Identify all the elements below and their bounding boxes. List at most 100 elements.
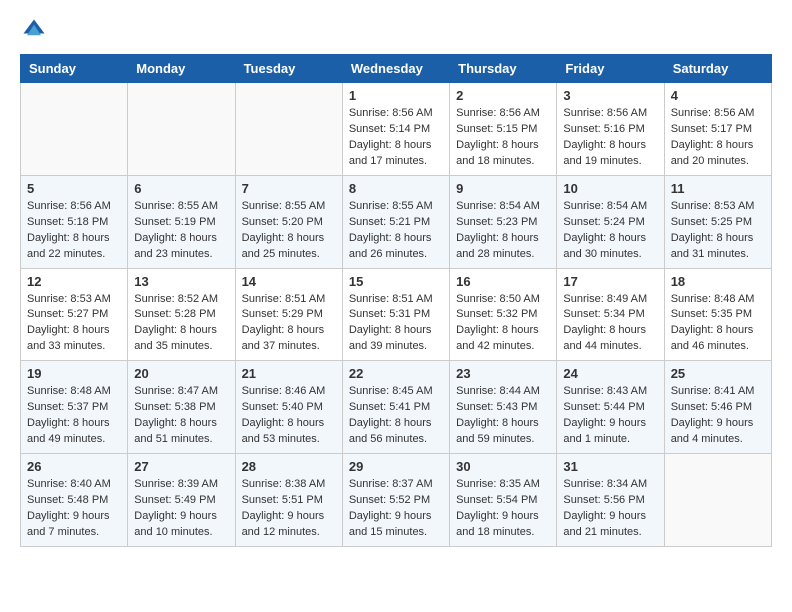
cell-content: Sunrise: 8:40 AM Sunset: 5:48 PM Dayligh…: [27, 477, 121, 541]
page: SundayMondayTuesdayWednesdayThursdayFrid…: [0, 0, 792, 563]
calendar-cell: 27 Sunrise: 8:39 AM Sunset: 5:49 PM Dayli…: [128, 454, 235, 547]
calendar-cell: 20Sunrise: 8:47 AM Sunset: 5:38 PM Dayli…: [128, 361, 235, 454]
weekday-header-wednesday: Wednesday: [342, 55, 449, 83]
cell-content: Sunrise: 8:54 AM Sunset: 5:24 PM Dayligh…: [563, 199, 657, 263]
day-number: 10: [563, 181, 657, 196]
cell-content: Sunrise: 8:49 AM Sunset: 5:34 PM Dayligh…: [563, 292, 657, 356]
day-number: 29: [349, 459, 443, 474]
day-number: 7: [242, 181, 336, 196]
day-number: 16: [456, 274, 550, 289]
day-number: 17: [563, 274, 657, 289]
cell-content: Sunrise: 8:43 AM Sunset: 5:44 PM Dayligh…: [563, 384, 657, 448]
day-number: 24: [563, 366, 657, 381]
cell-content: Sunrise: 8:50 AM Sunset: 5:32 PM Dayligh…: [456, 292, 550, 356]
cell-content: Sunrise: 8:56 AM Sunset: 5:18 PM Dayligh…: [27, 199, 121, 263]
cell-content: Sunrise: 8:44 AM Sunset: 5:43 PM Dayligh…: [456, 384, 550, 448]
cell-content: Sunrise: 8:54 AM Sunset: 5:23 PM Dayligh…: [456, 199, 550, 263]
day-number: 3: [563, 88, 657, 103]
calendar-cell: 21 Sunrise: 8:46 AM Sunset: 5:40 PM Dayli…: [235, 361, 342, 454]
calendar-cell: 9 Sunrise: 8:54 AM Sunset: 5:23 PM Daylig…: [450, 175, 557, 268]
cell-content: Sunrise: 8:48 AM Sunset: 5:35 PM Dayligh…: [671, 292, 765, 356]
cell-content: Sunrise: 8:56 AM Sunset: 5:17 PM Dayligh…: [671, 106, 765, 170]
calendar-cell: 22 Sunrise: 8:45 AM Sunset: 5:41 PM Dayli…: [342, 361, 449, 454]
weekday-header-sunday: Sunday: [21, 55, 128, 83]
cell-content: Sunrise: 8:45 AM Sunset: 5:41 PM Dayligh…: [349, 384, 443, 448]
weekday-header-thursday: Thursday: [450, 55, 557, 83]
week-row-4: 19Sunrise: 8:48 AM Sunset: 5:37 PM Dayli…: [21, 361, 772, 454]
calendar-cell: 14Sunrise: 8:51 AM Sunset: 5:29 PM Dayli…: [235, 268, 342, 361]
day-number: 18: [671, 274, 765, 289]
day-number: 27: [134, 459, 228, 474]
calendar-cell: [21, 83, 128, 176]
calendar-cell: 15 Sunrise: 8:51 AM Sunset: 5:31 PM Dayli…: [342, 268, 449, 361]
cell-content: Sunrise: 8:56 AM Sunset: 5:14 PM Dayligh…: [349, 106, 443, 170]
day-number: 4: [671, 88, 765, 103]
weekday-header-friday: Friday: [557, 55, 664, 83]
header: [20, 16, 772, 44]
cell-content: Sunrise: 8:39 AM Sunset: 5:49 PM Dayligh…: [134, 477, 228, 541]
cell-content: Sunrise: 8:41 AM Sunset: 5:46 PM Dayligh…: [671, 384, 765, 448]
cell-content: Sunrise: 8:46 AM Sunset: 5:40 PM Dayligh…: [242, 384, 336, 448]
weekday-header-saturday: Saturday: [664, 55, 771, 83]
calendar: SundayMondayTuesdayWednesdayThursdayFrid…: [20, 54, 772, 547]
calendar-cell: 17 Sunrise: 8:49 AM Sunset: 5:34 PM Dayli…: [557, 268, 664, 361]
cell-content: Sunrise: 8:55 AM Sunset: 5:19 PM Dayligh…: [134, 199, 228, 263]
calendar-cell: 29 Sunrise: 8:37 AM Sunset: 5:52 PM Dayli…: [342, 454, 449, 547]
cell-content: Sunrise: 8:55 AM Sunset: 5:21 PM Dayligh…: [349, 199, 443, 263]
cell-content: Sunrise: 8:34 AM Sunset: 5:56 PM Dayligh…: [563, 477, 657, 541]
day-number: 12: [27, 274, 121, 289]
day-number: 30: [456, 459, 550, 474]
calendar-cell: 3Sunrise: 8:56 AM Sunset: 5:16 PM Daylig…: [557, 83, 664, 176]
calendar-cell: 13Sunrise: 8:52 AM Sunset: 5:28 PM Dayli…: [128, 268, 235, 361]
week-row-5: 26 Sunrise: 8:40 AM Sunset: 5:48 PM Dayli…: [21, 454, 772, 547]
cell-content: Sunrise: 8:47 AM Sunset: 5:38 PM Dayligh…: [134, 384, 228, 448]
cell-content: Sunrise: 8:53 AM Sunset: 5:27 PM Dayligh…: [27, 292, 121, 356]
calendar-cell: 7 Sunrise: 8:55 AM Sunset: 5:20 PM Daylig…: [235, 175, 342, 268]
week-row-2: 5 Sunrise: 8:56 AM Sunset: 5:18 PM Daylig…: [21, 175, 772, 268]
calendar-cell: 6 Sunrise: 8:55 AM Sunset: 5:19 PM Daylig…: [128, 175, 235, 268]
day-number: 1: [349, 88, 443, 103]
day-number: 8: [349, 181, 443, 196]
calendar-cell: 30Sunrise: 8:35 AM Sunset: 5:54 PM Dayli…: [450, 454, 557, 547]
cell-content: Sunrise: 8:55 AM Sunset: 5:20 PM Dayligh…: [242, 199, 336, 263]
cell-content: Sunrise: 8:51 AM Sunset: 5:31 PM Dayligh…: [349, 292, 443, 356]
day-number: 28: [242, 459, 336, 474]
week-row-1: 1 Sunrise: 8:56 AM Sunset: 5:14 PM Daylig…: [21, 83, 772, 176]
calendar-cell: 10 Sunrise: 8:54 AM Sunset: 5:24 PM Dayli…: [557, 175, 664, 268]
weekday-header-monday: Monday: [128, 55, 235, 83]
calendar-cell: 11 Sunrise: 8:53 AM Sunset: 5:25 PM Dayli…: [664, 175, 771, 268]
calendar-cell: 8 Sunrise: 8:55 AM Sunset: 5:21 PM Daylig…: [342, 175, 449, 268]
calendar-cell: 23 Sunrise: 8:44 AM Sunset: 5:43 PM Dayli…: [450, 361, 557, 454]
calendar-cell: 18 Sunrise: 8:48 AM Sunset: 5:35 PM Dayli…: [664, 268, 771, 361]
day-number: 22: [349, 366, 443, 381]
day-number: 26: [27, 459, 121, 474]
day-number: 11: [671, 181, 765, 196]
day-number: 31: [563, 459, 657, 474]
calendar-cell: 24 Sunrise: 8:43 AM Sunset: 5:44 PM Dayli…: [557, 361, 664, 454]
logo-icon: [20, 16, 48, 44]
calendar-cell: 12 Sunrise: 8:53 AM Sunset: 5:27 PM Dayli…: [21, 268, 128, 361]
day-number: 23: [456, 366, 550, 381]
cell-content: Sunrise: 8:53 AM Sunset: 5:25 PM Dayligh…: [671, 199, 765, 263]
calendar-cell: 16 Sunrise: 8:50 AM Sunset: 5:32 PM Dayli…: [450, 268, 557, 361]
cell-content: Sunrise: 8:38 AM Sunset: 5:51 PM Dayligh…: [242, 477, 336, 541]
cell-content: Sunrise: 8:52 AM Sunset: 5:28 PM Dayligh…: [134, 292, 228, 356]
cell-content: Sunrise: 8:37 AM Sunset: 5:52 PM Dayligh…: [349, 477, 443, 541]
day-number: 5: [27, 181, 121, 196]
day-number: 2: [456, 88, 550, 103]
calendar-cell: 5 Sunrise: 8:56 AM Sunset: 5:18 PM Daylig…: [21, 175, 128, 268]
calendar-cell: [128, 83, 235, 176]
cell-content: Sunrise: 8:48 AM Sunset: 5:37 PM Dayligh…: [27, 384, 121, 448]
calendar-cell: 31 Sunrise: 8:34 AM Sunset: 5:56 PM Dayli…: [557, 454, 664, 547]
calendar-cell: 2 Sunrise: 8:56 AM Sunset: 5:15 PM Daylig…: [450, 83, 557, 176]
day-number: 9: [456, 181, 550, 196]
cell-content: Sunrise: 8:56 AM Sunset: 5:15 PM Dayligh…: [456, 106, 550, 170]
day-number: 21: [242, 366, 336, 381]
logo: [20, 16, 52, 44]
day-number: 15: [349, 274, 443, 289]
day-number: 25: [671, 366, 765, 381]
weekday-header-tuesday: Tuesday: [235, 55, 342, 83]
calendar-cell: 26 Sunrise: 8:40 AM Sunset: 5:48 PM Dayli…: [21, 454, 128, 547]
calendar-cell: [664, 454, 771, 547]
day-number: 6: [134, 181, 228, 196]
